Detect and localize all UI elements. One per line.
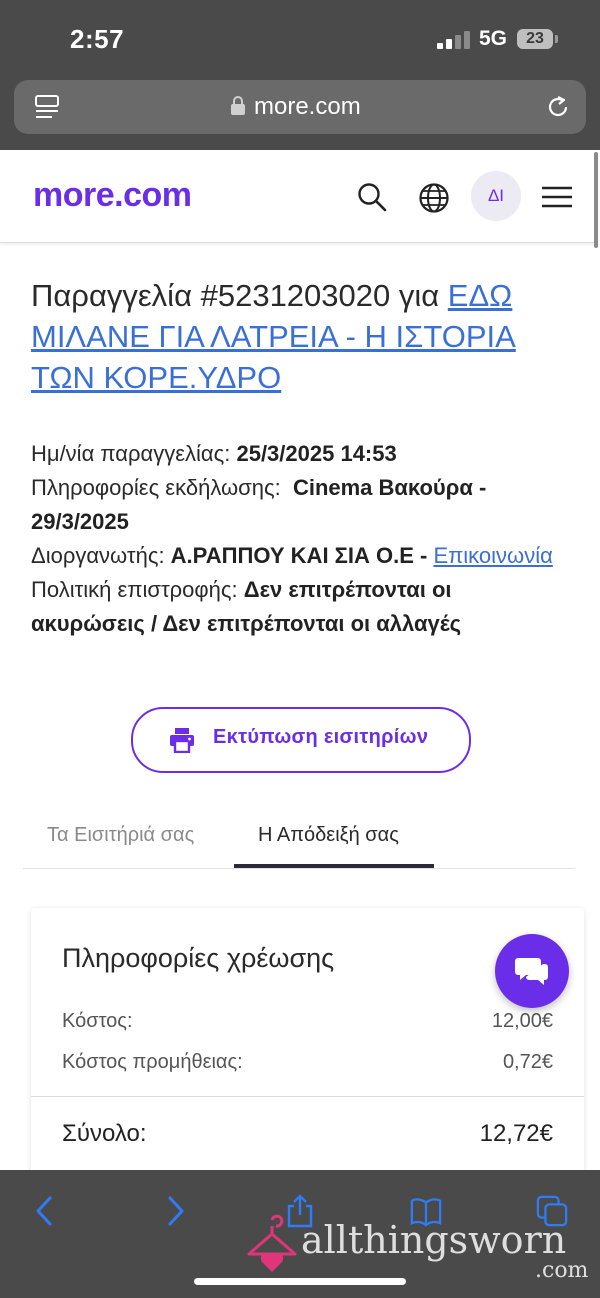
order-date-value: 25/3/2025 14:53 bbox=[236, 441, 397, 466]
lock-icon bbox=[231, 96, 245, 115]
chat-bubbles-icon bbox=[515, 958, 548, 985]
billing-title: Πληροφορίες χρέωσης bbox=[62, 943, 335, 973]
page-scrollbar[interactable] bbox=[594, 152, 598, 248]
contact-link[interactable]: Επικοινωνία bbox=[433, 543, 552, 568]
cost-label: Κόστος: bbox=[62, 1010, 133, 1032]
watermark-text: allthingsworn bbox=[301, 1218, 567, 1262]
event-info-label: Πληροφορίες εκδήλωσης: bbox=[31, 475, 287, 500]
hanger-heart-icon bbox=[247, 1214, 297, 1272]
billing-divider bbox=[31, 1096, 584, 1097]
site-logo[interactable]: more.com bbox=[33, 176, 192, 215]
print-tickets-button[interactable]: Εκτύπωση εισιτηρίων bbox=[131, 707, 471, 773]
tab-tickets[interactable]: Τα Εισιτήριά σας bbox=[47, 824, 194, 847]
event-info-row: Πληροφορίες εκδήλωσης: Cinema Βακούρα - … bbox=[31, 471, 571, 539]
back-icon[interactable] bbox=[30, 1194, 62, 1228]
battery-icon: 23 bbox=[517, 29, 553, 49]
active-tab-indicator bbox=[234, 864, 434, 868]
fee-label: Κόστος προμήθειας: bbox=[62, 1051, 243, 1073]
chat-button[interactable] bbox=[495, 934, 569, 1008]
order-tabs: Τα Εισιτήριά σας Η Απόδειξή σας bbox=[23, 800, 575, 869]
status-time: 2:57 bbox=[70, 24, 125, 54]
globe-icon[interactable] bbox=[418, 182, 450, 214]
forward-icon[interactable] bbox=[158, 1194, 190, 1228]
url-text[interactable]: more.com bbox=[254, 93, 361, 121]
refund-policy-label: Πολιτική επιστροφής: bbox=[31, 577, 244, 602]
watermark-suffix: .com bbox=[535, 1258, 589, 1283]
refund-policy-row: Πολιτική επιστροφής: Δεν επιτρέπονται οι… bbox=[31, 573, 571, 641]
order-details: Ημ/νία παραγγελίας: 25/3/2025 14:53 Πληρ… bbox=[31, 437, 571, 641]
order-date-row: Ημ/νία παραγγελίας: 25/3/2025 14:53 bbox=[31, 437, 571, 471]
home-indicator bbox=[194, 1278, 406, 1285]
hamburger-menu-icon[interactable] bbox=[541, 186, 573, 208]
total-label: Σύνολο: bbox=[62, 1120, 147, 1147]
order-title: Παραγγελία #5231203020 για ΕΔΩ ΜΙΛΑΝΕ ΓΙ… bbox=[31, 275, 571, 398]
signal-icon bbox=[437, 31, 470, 49]
organizer-value: Α.ΡΑΠΠΟΥ ΚΑΙ ΣΙΑ Ο.Ε - bbox=[170, 543, 434, 568]
watermark: allthingsworn .com bbox=[245, 1208, 590, 1288]
tab-receipt[interactable]: Η Απόδειξή σας bbox=[258, 824, 399, 847]
site-header: more.com ΔΙ bbox=[0, 150, 598, 243]
order-date-label: Ημ/νία παραγγελίας: bbox=[31, 441, 237, 466]
reload-icon[interactable] bbox=[544, 93, 572, 121]
battery-tip bbox=[555, 35, 558, 43]
fee-value: 0,72€ bbox=[502, 1051, 553, 1073]
network-type: 5G bbox=[479, 27, 508, 50]
total-value: 12,72€ bbox=[479, 1120, 553, 1147]
print-tickets-label: Εκτύπωση εισιτηρίων bbox=[213, 726, 429, 748]
reader-mode-icon[interactable] bbox=[34, 94, 60, 120]
organizer-label: Διοργανωτής: bbox=[31, 543, 171, 568]
cost-value: 12,00€ bbox=[491, 1010, 553, 1032]
organizer-row: Διοργανωτής: Α.ΡΑΠΠΟΥ ΚΑΙ ΣΙΑ Ο.Ε - Επικ… bbox=[31, 539, 571, 573]
status-bar: 2:57 5G 23 bbox=[0, 0, 600, 80]
address-bar[interactable]: more.com bbox=[14, 80, 586, 134]
user-avatar[interactable]: ΔΙ bbox=[471, 171, 521, 221]
search-icon[interactable] bbox=[357, 182, 387, 212]
printer-icon bbox=[170, 728, 194, 753]
order-number: Παραγγελία #5231203020 για bbox=[31, 278, 448, 313]
browser-url-area: more.com bbox=[0, 80, 600, 150]
